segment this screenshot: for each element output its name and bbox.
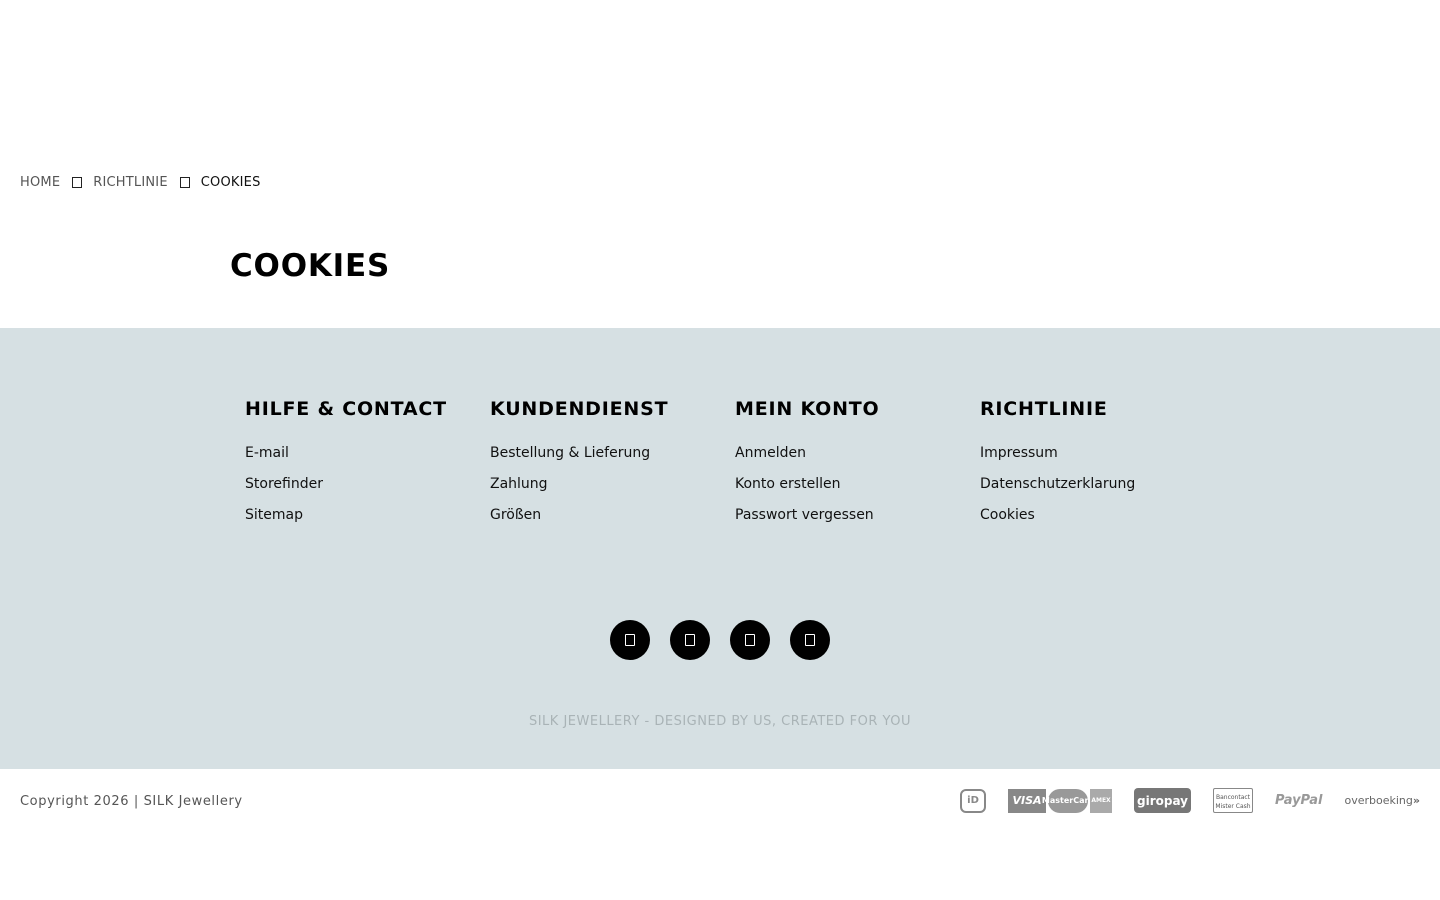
footer-column-help: HILFE & CONTACT E-mail Storefinder Sitem… bbox=[245, 398, 485, 537]
footer-link-zahlung[interactable]: Zahlung bbox=[490, 476, 548, 492]
footer-link-email[interactable]: E-mail bbox=[245, 445, 289, 461]
breadcrumb-richtlinie[interactable]: RICHTLINIE bbox=[93, 175, 168, 190]
footer-link-datenschutz[interactable]: Datenschutzerklarung bbox=[980, 476, 1135, 492]
footer-link-cookies[interactable]: Cookies bbox=[980, 507, 1035, 523]
overboeking-arrow-icon: » bbox=[1412, 794, 1420, 807]
footer-link-passwort-vergessen[interactable]: Passwort vergessen bbox=[735, 507, 874, 523]
social-icon bbox=[805, 634, 815, 646]
ideal-icon: iD bbox=[960, 788, 987, 813]
mastercard-icon: MasterCard bbox=[1042, 788, 1094, 813]
footer-link-sitemap[interactable]: Sitemap bbox=[245, 507, 303, 523]
copyright-text: Copyright 2026 | SILK Jewellery bbox=[20, 794, 243, 809]
footer-column-richtlinie: RICHTLINIE Impressum Datenschutzerklarun… bbox=[980, 398, 1220, 537]
bancontact-icon: Bancontact Mister Cash bbox=[1213, 788, 1254, 813]
footer-link-storefinder[interactable]: Storefinder bbox=[245, 476, 323, 492]
footer-heading: HILFE & CONTACT bbox=[245, 398, 447, 420]
paypal-icon: PayPal bbox=[1275, 793, 1323, 808]
giropay-icon: giropay bbox=[1134, 788, 1192, 813]
breadcrumb-home[interactable]: HOME bbox=[20, 175, 60, 190]
overboeking-icon: over boeking» bbox=[1344, 794, 1420, 807]
ideal-label: iD bbox=[967, 795, 979, 806]
social-icon bbox=[685, 634, 695, 646]
footer-heading: MEIN KONTO bbox=[735, 398, 880, 420]
payment-methods: iD VISA MasterCard AMEX giropay Banconta… bbox=[960, 788, 1420, 813]
overboeking-over: over bbox=[1344, 794, 1370, 807]
breadcrumb-current: COOKIES bbox=[200, 175, 261, 190]
social-button-3[interactable] bbox=[730, 620, 770, 660]
footer: HILFE & CONTACT E-mail Storefinder Sitem… bbox=[0, 328, 1440, 769]
footer-tagline: SILK JEWELLERY - DESIGNED BY US, CREATED… bbox=[528, 714, 912, 729]
footer-link-groessen[interactable]: Größen bbox=[490, 507, 541, 523]
footer-column-kundendienst: KUNDENDIENST Bestellung & Lieferung Zahl… bbox=[490, 398, 730, 537]
social-links bbox=[610, 620, 830, 660]
footer-link-anmelden[interactable]: Anmelden bbox=[735, 445, 806, 461]
social-button-2[interactable] bbox=[670, 620, 710, 660]
page-title: COOKIES bbox=[230, 248, 391, 284]
breadcrumb-separator-icon bbox=[179, 177, 190, 188]
footer-heading: RICHTLINIE bbox=[980, 398, 1108, 420]
footer-link-konto-erstellen[interactable]: Konto erstellen bbox=[735, 476, 840, 492]
social-button-1[interactable] bbox=[610, 620, 650, 660]
social-icon bbox=[625, 634, 635, 646]
footer-column-mein-konto: MEIN KONTO Anmelden Konto erstellen Pass… bbox=[735, 398, 975, 537]
breadcrumb-separator-icon bbox=[72, 177, 83, 188]
footer-heading: KUNDENDIENST bbox=[490, 398, 669, 420]
footer-link-impressum[interactable]: Impressum bbox=[980, 445, 1058, 461]
site-header bbox=[0, 0, 1440, 150]
breadcrumb: HOME RICHTLINIE COOKIES bbox=[20, 175, 261, 190]
visa-icon: VISA bbox=[1008, 788, 1047, 813]
amex-icon: AMEX bbox=[1090, 788, 1113, 813]
social-icon bbox=[745, 634, 755, 646]
credit-cards-icon: VISA MasterCard AMEX bbox=[1008, 788, 1113, 813]
overboeking-boeking: boeking bbox=[1369, 794, 1413, 807]
social-button-4[interactable] bbox=[790, 620, 830, 660]
bottom-bar: Copyright 2026 | SILK Jewellery iD VISA … bbox=[0, 769, 1440, 833]
footer-link-bestellung[interactable]: Bestellung & Lieferung bbox=[490, 445, 650, 461]
